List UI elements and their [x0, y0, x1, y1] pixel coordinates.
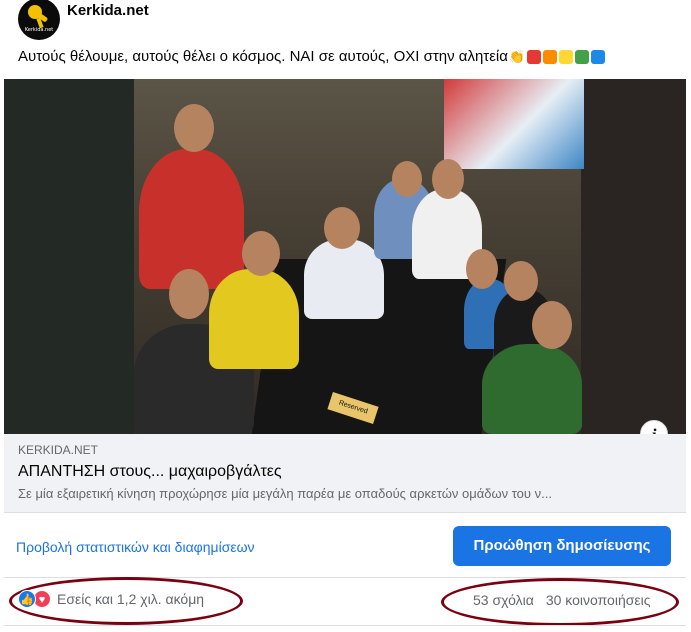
- boost-post-button[interactable]: Προώθηση δημοσίευσης: [453, 526, 671, 566]
- link-title[interactable]: ΑΠΑΝΤΗΣΗ στους... μαχαιροβγάλτες: [18, 463, 282, 481]
- clap-emoji-icon: 👏: [508, 48, 526, 64]
- yellow-square-icon: [559, 49, 574, 64]
- page-name-link[interactable]: Kerkida.net: [67, 2, 149, 19]
- caption-emoji-row: 👏: [508, 48, 606, 65]
- post-header: Kerkida.net Kerkida.net: [18, 0, 149, 42]
- link-preview[interactable]: KERKIDA.NET ΑΠΑΝΤΗΣΗ στους... μαχαιροβγά…: [4, 434, 686, 512]
- like-reaction-icon: 👍: [18, 590, 36, 608]
- person-yellow-shirt: [209, 269, 299, 369]
- green-square-icon: [575, 49, 590, 64]
- post-card: Kerkida.net Kerkida.net Αυτούς θέλουμε, …: [0, 0, 691, 632]
- link-domain: KERKIDA.NET: [18, 443, 99, 457]
- person-green-shirt: [482, 344, 582, 434]
- link-description: Σε μία εξαιρετική κίνηση προχώρησε μία μ…: [18, 486, 552, 501]
- person-red-shirt: [139, 149, 244, 289]
- post-photo[interactable]: Reserved i: [4, 79, 686, 434]
- promo-row: Προβολή στατιστικών και διαφημίσεων Προώ…: [4, 512, 686, 578]
- caption-text: Αυτούς θέλουμε, αυτούς θέλει ο κόσμος. Ν…: [18, 48, 508, 65]
- orange-square-icon: [543, 49, 558, 64]
- annotation-oval-counts: [441, 578, 679, 626]
- divider: [4, 625, 686, 626]
- post-caption: Αυτούς θέλουμε, αυτούς θέλει ο κόσμος. Ν…: [18, 48, 606, 65]
- page-avatar[interactable]: Kerkida.net: [18, 0, 60, 40]
- view-insights-link[interactable]: Προβολή στατιστικών και διαφημίσεων: [16, 539, 255, 555]
- avatar-wordmark: Kerkida.net: [24, 27, 54, 33]
- red-square-icon: [527, 49, 542, 64]
- blue-square-icon: [591, 49, 606, 64]
- person-white-shirt: [304, 239, 384, 319]
- tv-screen: [444, 79, 584, 169]
